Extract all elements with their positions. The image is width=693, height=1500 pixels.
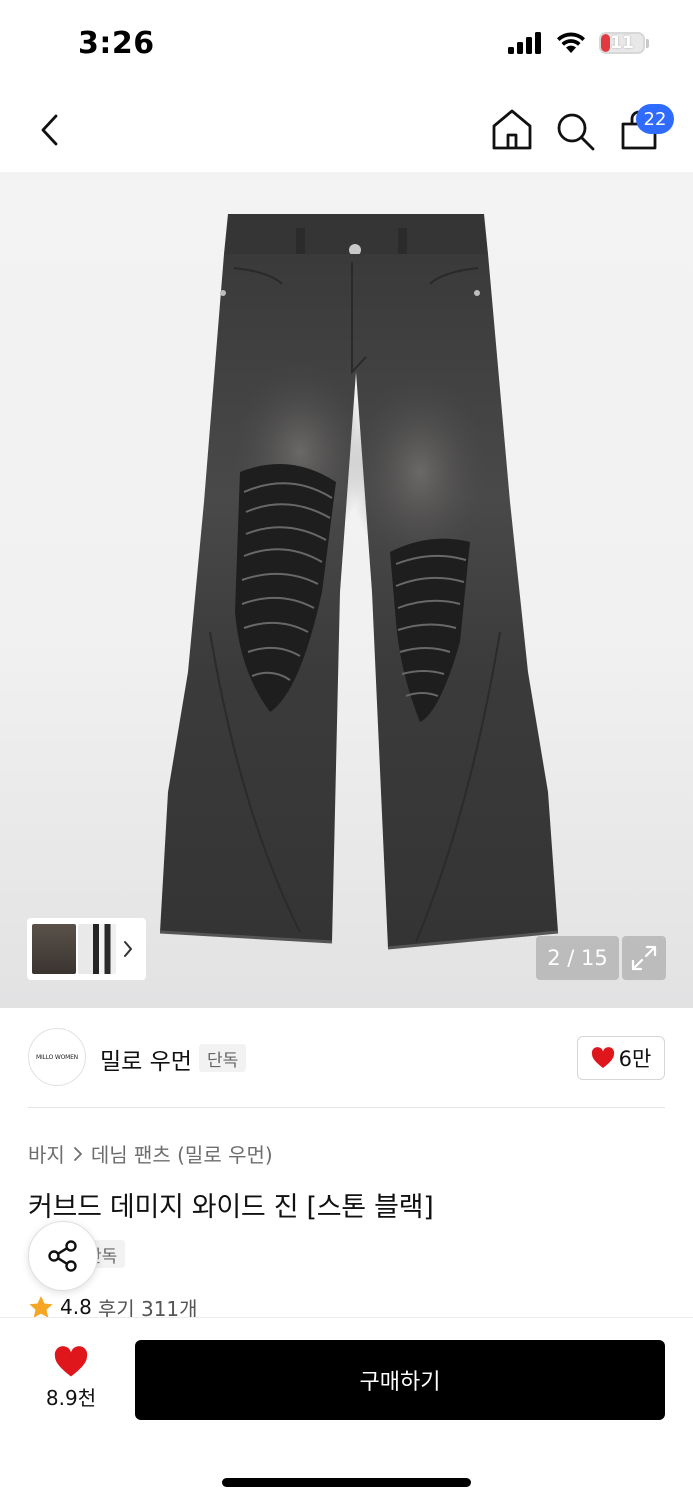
thumbnail-strip[interactable] bbox=[27, 918, 146, 980]
brand-like-count: 6만 bbox=[618, 1047, 652, 1071]
chevron-left-icon bbox=[41, 114, 58, 146]
home-indicator bbox=[222, 1478, 471, 1487]
cart-count-badge: 22 bbox=[636, 104, 674, 134]
brand-exclusive-tag: 단독 bbox=[199, 1044, 247, 1072]
battery-icon: 11 bbox=[599, 30, 649, 56]
battery-level: 11 bbox=[610, 33, 634, 53]
brand-name[interactable]: 밀로 우먼 bbox=[100, 1042, 192, 1076]
expand-icon bbox=[631, 945, 657, 971]
brand-row: MILLO WOMEN 밀로 우먼 단독 6만 bbox=[0, 1008, 693, 1108]
buy-button[interactable]: 구매하기 bbox=[135, 1340, 665, 1420]
wishlist-count: 8.9천 bbox=[45, 1386, 97, 1410]
share-icon bbox=[48, 1240, 77, 1272]
thumbnail-more-button[interactable] bbox=[116, 940, 140, 958]
heart-icon bbox=[591, 1047, 614, 1068]
search-button[interactable] bbox=[553, 106, 597, 154]
wifi-icon bbox=[557, 32, 585, 53]
status-icons: 11 bbox=[507, 30, 649, 56]
product-image-gallery[interactable] bbox=[0, 172, 693, 1008]
cellular-signal-icon bbox=[508, 32, 541, 54]
image-counter: 2 / 15 bbox=[536, 936, 619, 980]
status-time: 3:26 bbox=[78, 26, 155, 61]
divider bbox=[28, 1107, 665, 1108]
home-button[interactable] bbox=[490, 106, 534, 154]
share-button[interactable] bbox=[28, 1221, 98, 1291]
product-title: 커브드 데미지 와이드 진 [스톤 블랙] bbox=[28, 1192, 434, 1223]
review-count[interactable]: 후기 311개 bbox=[98, 1296, 198, 1319]
brand-logo[interactable]: MILLO WOMEN bbox=[28, 1028, 86, 1086]
star-icon bbox=[29, 1296, 53, 1318]
rating-row[interactable]: 4.8 후기 311개 bbox=[28, 1296, 198, 1318]
bottom-action-bar: 8.9천 구매하기 bbox=[0, 1317, 693, 1500]
thumbnail-image[interactable] bbox=[32, 924, 76, 974]
heart-icon bbox=[54, 1346, 88, 1377]
breadcrumb-item[interactable]: 바지 bbox=[28, 1139, 65, 1168]
wishlist-button[interactable]: 8.9천 bbox=[28, 1346, 114, 1416]
brand-logo-text: MILLO WOMEN bbox=[36, 1053, 78, 1061]
rating-score: 4.8 bbox=[60, 1296, 92, 1318]
expand-image-button[interactable] bbox=[622, 936, 666, 980]
chevron-right-icon bbox=[124, 941, 132, 957]
top-nav bbox=[0, 92, 693, 172]
thumbnail-image[interactable] bbox=[78, 924, 116, 974]
search-icon bbox=[557, 113, 595, 151]
breadcrumb-item[interactable]: 데님 팬츠 (밀로 우먼) bbox=[91, 1139, 273, 1168]
home-icon bbox=[492, 109, 532, 150]
back-button[interactable] bbox=[30, 108, 70, 152]
chevron-right-icon bbox=[73, 1146, 82, 1161]
product-image bbox=[159, 214, 559, 950]
breadcrumb: 바지 데님 팬츠 (밀로 우먼) bbox=[28, 1139, 273, 1168]
status-bar: 3:26 11 bbox=[0, 0, 693, 92]
brand-like-button[interactable]: 6만 bbox=[577, 1036, 665, 1080]
